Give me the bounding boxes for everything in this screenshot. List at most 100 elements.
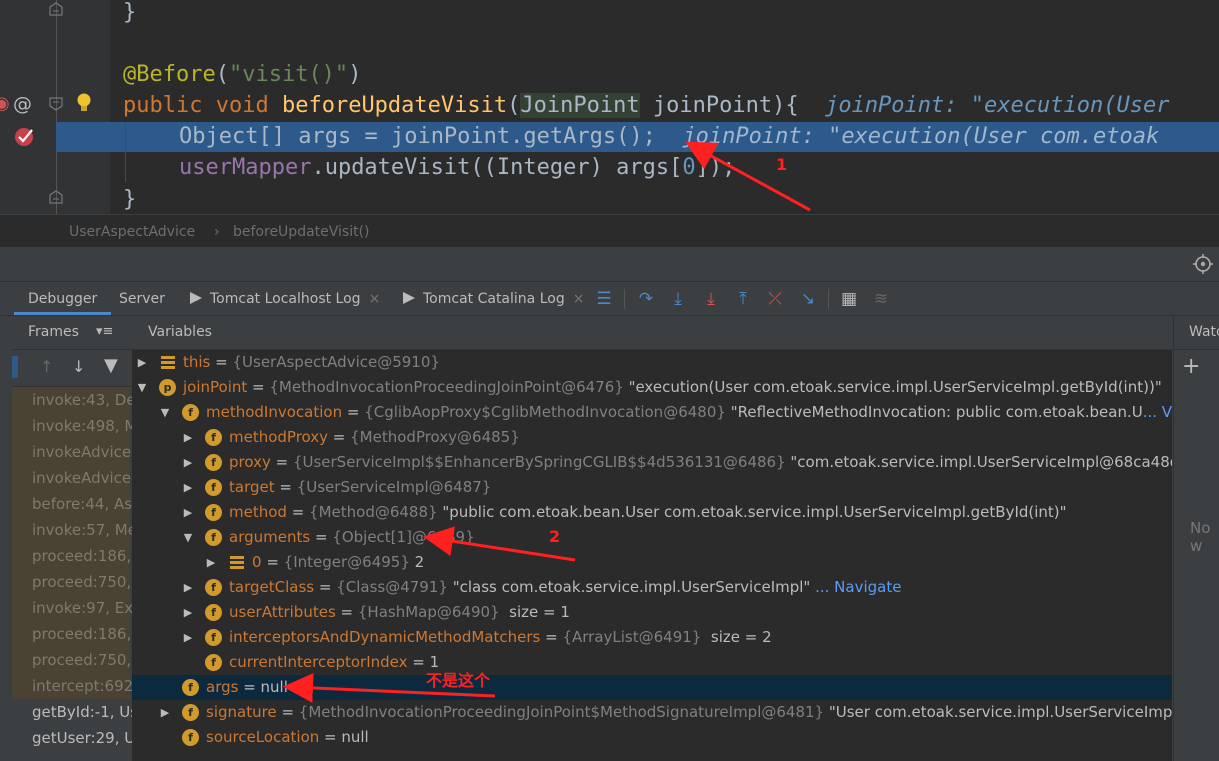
expand-arrow-icon[interactable]: ▶	[182, 600, 194, 625]
variable-row[interactable]: ▶ f methodProxy = {MethodProxy@6485}	[132, 425, 1172, 450]
frame-item[interactable]: proceed:750,	[12, 647, 131, 673]
frame-item[interactable]: getById:-1, Us	[12, 699, 132, 725]
field-icon: f	[182, 704, 199, 721]
frame-item[interactable]: getUser:29, U	[12, 725, 132, 751]
frame-item[interactable]: proceed:186,	[12, 543, 131, 569]
collapse-arrow-icon[interactable]: ▼	[159, 400, 171, 425]
fold-end-icon[interactable]	[49, 2, 63, 16]
variable-row[interactable]: ▶ 0 = {Integer@6495} 2	[132, 550, 1172, 575]
thread-selector[interactable]	[12, 356, 18, 378]
frame-item[interactable]: invoke:43, De	[12, 387, 132, 413]
variable-row[interactable]: ▶ f targetClass = {Class@4791} "class com.…	[132, 575, 1172, 600]
frame-item[interactable]: proceed:750,	[12, 569, 131, 595]
variable-name: signature	[206, 703, 277, 721]
frame-item[interactable]: invokeAdvice	[12, 465, 131, 491]
evaluate-expression-icon[interactable]: ▦	[838, 287, 860, 311]
variable-link[interactable]: ... View	[1143, 403, 1172, 421]
tab-label: Debugger	[28, 291, 98, 307]
variable-row[interactable]: ▶ f method = {Method@6488} "public com.eto…	[132, 500, 1172, 525]
code-keyword: public	[123, 93, 203, 118]
close-tab-icon[interactable]: ×	[369, 291, 381, 307]
code-param: joinPoint	[652, 93, 773, 118]
step-over-icon[interactable]: ↷	[635, 287, 657, 311]
advice-marker-icon[interactable]: ◉	[0, 94, 10, 114]
variable-text: this = {UserAspectAdvice@5910}	[183, 350, 440, 375]
variable-link[interactable]: ... Navigate	[810, 578, 901, 596]
variable-text: proxy = {UserServiceImpl$$EnhancerBySpri…	[229, 450, 1172, 475]
variable-row[interactable]: ▼ f methodInvocation = {CglibAopProxy$Cgli…	[132, 400, 1172, 425]
variable-row[interactable]: ▶ f userAttributes = {HashMap@6490} size =…	[132, 600, 1172, 625]
expand-arrow-icon[interactable]: ▶	[182, 450, 194, 475]
lightbulb-icon[interactable]	[75, 92, 93, 114]
run-to-cursor-icon[interactable]: ↘	[797, 287, 819, 311]
frame-item[interactable]: proceed:186,	[12, 621, 131, 647]
expand-arrow-icon[interactable]: ▶	[136, 350, 148, 375]
step-into-icon[interactable]: ⤓	[667, 287, 689, 311]
tab-tomcat-catalina-log[interactable]: Tomcat Catalina Log ×	[403, 283, 584, 315]
inline-debug-hint: joinPoint: "execution(User	[825, 93, 1170, 118]
step-out-icon[interactable]: ⤒	[732, 287, 754, 311]
tab-tomcat-localhost-log[interactable]: Tomcat Localhost Log ×	[190, 283, 380, 315]
filter-icon[interactable]: ▼	[104, 355, 118, 376]
expand-arrow-icon[interactable]: ▶	[182, 475, 194, 500]
frame-item[interactable]: invoke:97, Exp	[12, 595, 132, 621]
variable-text: sourceLocation = null	[206, 725, 369, 750]
code-method-name: beforeUpdateVisit	[281, 93, 508, 118]
code-field: userMapper	[179, 155, 312, 180]
fold-end-icon[interactable]	[49, 190, 63, 204]
frame-item[interactable]: before:44, As	[12, 491, 132, 517]
frame-item[interactable]: invoke:498, M	[12, 413, 132, 439]
code-line: }	[123, 0, 136, 28]
expand-arrow-icon[interactable]: ▶	[182, 625, 194, 650]
frames-options-icon[interactable]: ▾≡	[96, 324, 113, 339]
breadcrumb-method[interactable]: beforeUpdateVisit()	[233, 224, 370, 240]
fold-start-icon[interactable]	[49, 97, 63, 111]
force-step-into-icon[interactable]: ⤓	[700, 287, 722, 311]
variable-row[interactable]: ▶ f target = {UserServiceImpl@6487}	[132, 475, 1172, 500]
crosshair-settings-icon[interactable]	[1193, 254, 1213, 274]
breadcrumb-class[interactable]: UserAspectAdvice	[69, 224, 195, 240]
watches-title: Watc	[1189, 324, 1219, 340]
variable-row[interactable]: f sourceLocation = null	[132, 725, 1172, 750]
drop-frame-icon[interactable]: ⤫	[764, 287, 786, 311]
frame-item[interactable]: invokeAdvice	[12, 439, 131, 465]
variable-reference: {UserAspectAdvice@5910}	[232, 353, 440, 371]
close-tab-icon[interactable]: ×	[573, 291, 585, 307]
variable-value: "ReflectiveMethodInvocation: public com.…	[725, 403, 1143, 421]
code-editor[interactable]: ◉ @ } @Before("visit()") public void bef…	[0, 0, 1219, 214]
expand-arrow-icon[interactable]: ▶	[182, 575, 194, 600]
frame-item[interactable]: invoke:57, Me	[12, 517, 132, 543]
annotation-label-1: 1	[776, 155, 788, 174]
variable-equals: =	[261, 553, 284, 571]
down-arrow-icon[interactable]: ↓	[72, 357, 85, 376]
expand-arrow-icon[interactable]: ▶	[182, 500, 194, 525]
collapse-arrow-icon[interactable]: ▼	[136, 375, 148, 400]
tab-server[interactable]: Server	[119, 283, 165, 315]
variable-row[interactable]: ▼ f arguments = {Object[1]@6489}	[132, 525, 1172, 550]
variable-row[interactable]: f currentInterceptorIndex = 1	[132, 650, 1172, 675]
show-execution-point-icon[interactable]: ☰	[593, 287, 615, 311]
variable-name: 0	[252, 553, 262, 571]
variable-row[interactable]: ▶ f signature = {MethodInvocationProceedin…	[132, 700, 1172, 725]
variable-row[interactable]: ▶ f interceptorsAndDynamicMethodMatchers =…	[132, 625, 1172, 650]
breakpoint-hit-icon[interactable]	[13, 126, 37, 148]
add-watch-icon[interactable]: +	[1182, 354, 1200, 379]
variable-row[interactable]: f args = null	[132, 675, 1172, 700]
aspect-at-icon[interactable]: @	[13, 94, 32, 114]
expand-arrow-icon[interactable]: ▶	[205, 550, 217, 575]
frame-item[interactable]: intercept:692	[12, 673, 132, 699]
variable-name: sourceLocation	[206, 728, 320, 746]
variable-row[interactable]: ▼ p joinPoint = {MethodInvocationProceedin…	[132, 375, 1172, 400]
variable-value: "class com.etoak.service.impl.UserServic…	[447, 578, 811, 596]
collapse-arrow-icon[interactable]: ▼	[182, 525, 194, 550]
tab-debugger[interactable]: Debugger	[14, 283, 112, 315]
expand-arrow-icon[interactable]: ▶	[159, 700, 171, 725]
up-arrow-icon[interactable]: ↑	[40, 357, 53, 376]
variable-row[interactable]: ▶ f proxy = {UserServiceImpl$$EnhancerBySp…	[132, 450, 1172, 475]
field-icon: f	[205, 429, 222, 446]
expand-arrow-icon[interactable]: ▶	[182, 425, 194, 450]
variable-row[interactable]: ▶ this = {UserAspectAdvice@5910}	[132, 350, 1172, 375]
tab-label: Tomcat Localhost Log	[210, 291, 361, 307]
code-call: ]);	[695, 155, 736, 180]
trace-stream-icon[interactable]: ≋	[870, 287, 892, 311]
